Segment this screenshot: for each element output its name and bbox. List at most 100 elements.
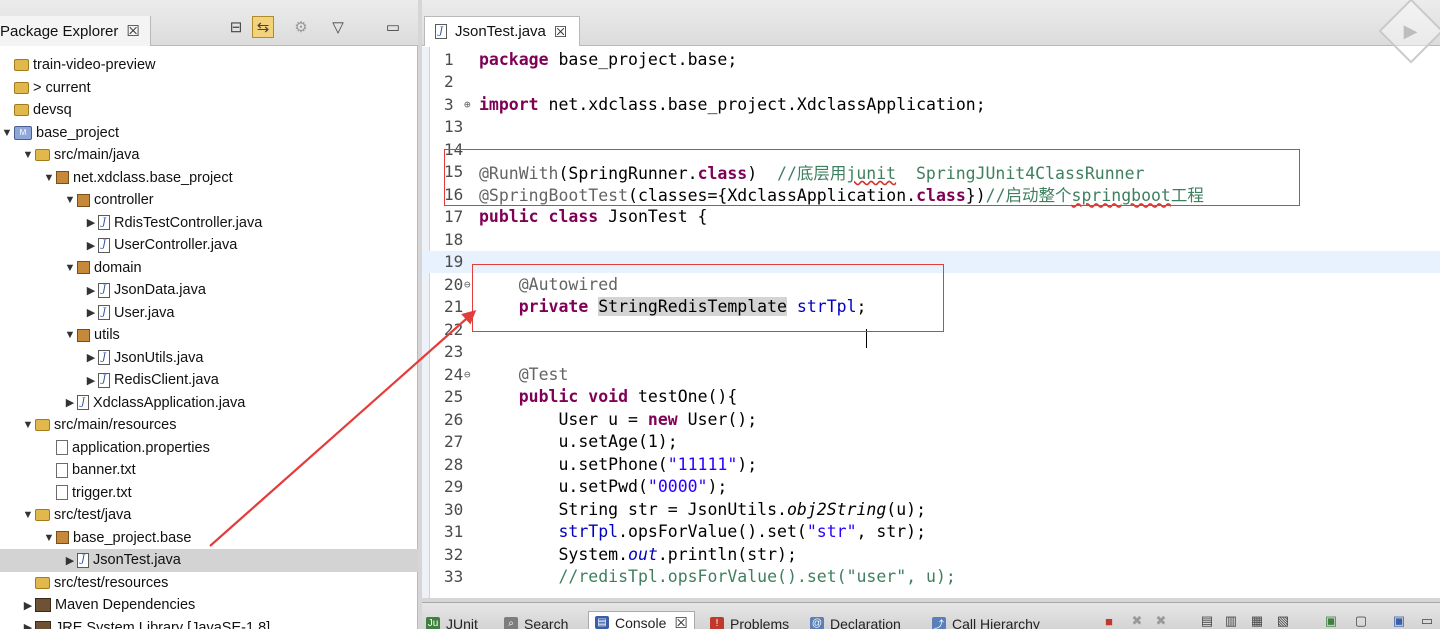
collapsed-twisty-icon[interactable]: ▶ (84, 306, 98, 319)
tree-item[interactable]: ▶ J JsonTest.java (0, 549, 418, 572)
tab-search[interactable]: ⌕ Search (504, 615, 568, 629)
collapsed-twisty-icon[interactable]: ▶ (21, 621, 35, 629)
code-line[interactable]: 14 (422, 138, 1440, 161)
code-line[interactable]: 33 //redisTpl.opsForValue().set("user", … (422, 566, 1440, 589)
tab-call-hierarchy[interactable]: ⤴ Call Hierarchy (932, 615, 1040, 629)
editor-tab-jsontest[interactable]: J JsonTest.java ☒ (424, 16, 581, 46)
expanded-twisty-icon[interactable]: ▼ (63, 262, 77, 274)
code-line[interactable]: 21 private StringRedisTemplate strTpl; (422, 296, 1440, 319)
code-line[interactable]: 1 package base_project.base; (422, 48, 1440, 71)
code-line[interactable]: 19 (422, 250, 1440, 273)
code-line[interactable]: 32 System.out.println(str); (422, 543, 1440, 566)
code-line[interactable]: 30 String str = JsonUtils.obj2String(u); (422, 498, 1440, 521)
fold-toggle-icon[interactable]: ⊕ (464, 98, 471, 111)
tree-item[interactable]: ▼ src/test/java (0, 504, 418, 527)
code-line[interactable]: 31 strTpl.opsForValue().set("str", str); (422, 521, 1440, 544)
code-line[interactable]: 17 public class JsonTest { (422, 206, 1440, 229)
tree-item[interactable]: ▼ src/main/resources (0, 414, 418, 437)
fold-toggle-icon[interactable]: ⊖ (464, 368, 471, 381)
collapsed-twisty-icon[interactable]: ▶ (63, 554, 77, 567)
expanded-twisty-icon[interactable]: ▼ (63, 329, 77, 341)
collapsed-twisty-icon[interactable]: ▶ (84, 239, 98, 252)
collapsed-twisty-icon[interactable]: ▶ (84, 374, 98, 387)
tree-item[interactable]: > current (0, 77, 418, 100)
close-icon[interactable]: ☒ (554, 23, 567, 41)
code-line[interactable]: 28 u.setPhone("11111"); (422, 453, 1440, 476)
code-line[interactable]: 22 (422, 318, 1440, 341)
remove-launch-icon[interactable]: ✖ (1128, 613, 1146, 629)
collapsed-twisty-icon[interactable]: ▶ (63, 396, 77, 409)
tree-item[interactable]: ▼ domain (0, 257, 418, 280)
tree-item[interactable]: application.properties (0, 437, 418, 460)
tree-item[interactable]: ▼ Mbase_project (0, 122, 418, 145)
code-line[interactable]: 13 (422, 116, 1440, 139)
tree-item[interactable]: ▶ J XdclassApplication.java (0, 392, 418, 415)
tree-item[interactable]: banner.txt (0, 459, 418, 482)
package-explorer-tab[interactable]: Package Explorer ☒ (0, 16, 151, 46)
clear-console-icon[interactable]: ▦ (1248, 613, 1266, 629)
code-line[interactable]: 29 u.setPwd("0000"); (422, 476, 1440, 499)
display-selected-console-icon[interactable]: ▣ (1322, 613, 1340, 629)
close-icon[interactable]: ☒ (674, 614, 687, 629)
expanded-twisty-icon[interactable]: ▼ (63, 194, 77, 206)
minimize-icon[interactable]: ▭ (1418, 613, 1436, 629)
code-line[interactable]: 26 User u = new User(); (422, 408, 1440, 431)
code-line[interactable]: 25 public void testOne(){ (422, 386, 1440, 409)
collapsed-twisty-icon[interactable]: ▶ (84, 351, 98, 364)
focus-icon[interactable]: ⚙ (290, 16, 312, 38)
close-icon[interactable]: ☒ (126, 22, 139, 40)
tab-declaration[interactable]: @ Declaration (810, 615, 901, 629)
view-menu-icon[interactable]: ▽ (327, 16, 349, 38)
tree-item[interactable]: ▼ net.xdclass.base_project (0, 167, 418, 190)
code-line[interactable]: 15 @RunWith(SpringRunner.class) //底层用juni… (422, 161, 1440, 184)
tree-item[interactable]: ▼ src/main/java (0, 144, 418, 167)
expanded-twisty-icon[interactable]: ▼ (21, 509, 35, 521)
collapsed-twisty-icon[interactable]: ▶ (84, 216, 98, 229)
tree-item[interactable]: devsq (0, 99, 418, 122)
open-console-icon[interactable]: ▢ (1352, 613, 1370, 629)
collapse-all-icon[interactable]: ⊟ (225, 16, 247, 38)
scroll-lock-icon[interactable]: ▤ (1198, 613, 1216, 629)
collapsed-twisty-icon[interactable]: ▶ (84, 284, 98, 297)
pin-console-icon[interactable]: ▥ (1222, 613, 1240, 629)
tab-junit[interactable]: Ju JUnit (426, 615, 478, 629)
code-line[interactable]: 2 (422, 71, 1440, 94)
tree-item[interactable]: ▼ base_project.base (0, 527, 418, 550)
terminate-icon[interactable]: ■ (1100, 613, 1118, 629)
code-line[interactable]: 24 ⊖ @Test (422, 363, 1440, 386)
expanded-twisty-icon[interactable]: ▼ (42, 532, 56, 544)
code-line[interactable]: 20 ⊖ @Autowired (422, 273, 1440, 296)
tab-problems[interactable]: ! Problems (710, 615, 789, 629)
code-area[interactable]: 1 package base_project.base; 2 3 ⊕ import net… (422, 48, 1440, 588)
expanded-twisty-icon[interactable]: ▼ (0, 127, 14, 139)
expanded-twisty-icon[interactable]: ▼ (42, 172, 56, 184)
code-line[interactable]: 18 (422, 228, 1440, 251)
fold-toggle-icon[interactable]: ⊖ (464, 278, 471, 291)
tree-item[interactable]: ▼ utils (0, 324, 418, 347)
code-line[interactable]: 3 ⊕ import net.xdclass.base_project.Xdclas… (422, 93, 1440, 116)
word-wrap-icon[interactable]: ▧ (1274, 613, 1292, 629)
tab-console[interactable]: ▤ Console ☒ (588, 611, 695, 629)
remove-all-icon[interactable]: ✖ (1152, 613, 1170, 629)
tree-item[interactable]: train-video-preview (0, 54, 418, 77)
tree-item[interactable]: ▶ J UserController.java (0, 234, 418, 257)
new-console-icon[interactable]: ▣ (1390, 613, 1408, 629)
code-line[interactable]: 23 (422, 341, 1440, 364)
tree-item[interactable]: ▶ J JsonUtils.java (0, 347, 418, 370)
tree-item[interactable]: ▶ JRE System Library [JavaSE-1.8] (0, 617, 418, 629)
tree-item[interactable]: ▶ J RdisTestController.java (0, 212, 418, 235)
expanded-twisty-icon[interactable]: ▼ (21, 419, 35, 431)
minimize-icon[interactable]: ▭ (382, 16, 404, 38)
tree-item[interactable]: ▼ controller (0, 189, 418, 212)
expanded-twisty-icon[interactable]: ▼ (21, 149, 35, 161)
code-line[interactable]: 27 u.setAge(1); (422, 431, 1440, 454)
tree-item[interactable]: trigger.txt (0, 482, 418, 505)
tree-item[interactable]: src/test/resources (0, 572, 418, 595)
tree-item[interactable]: ▶ J JsonData.java (0, 279, 418, 302)
collapsed-twisty-icon[interactable]: ▶ (21, 599, 35, 612)
link-with-editor-icon[interactable]: ⇆ (252, 16, 274, 38)
code-line[interactable]: 16 @SpringBootTest(classes={XdclassApplic… (422, 183, 1440, 206)
tree-item[interactable]: ▶ J RedisClient.java (0, 369, 418, 392)
tree-item[interactable]: ▶ Maven Dependencies (0, 594, 418, 617)
tree-item[interactable]: ▶ J User.java (0, 302, 418, 325)
